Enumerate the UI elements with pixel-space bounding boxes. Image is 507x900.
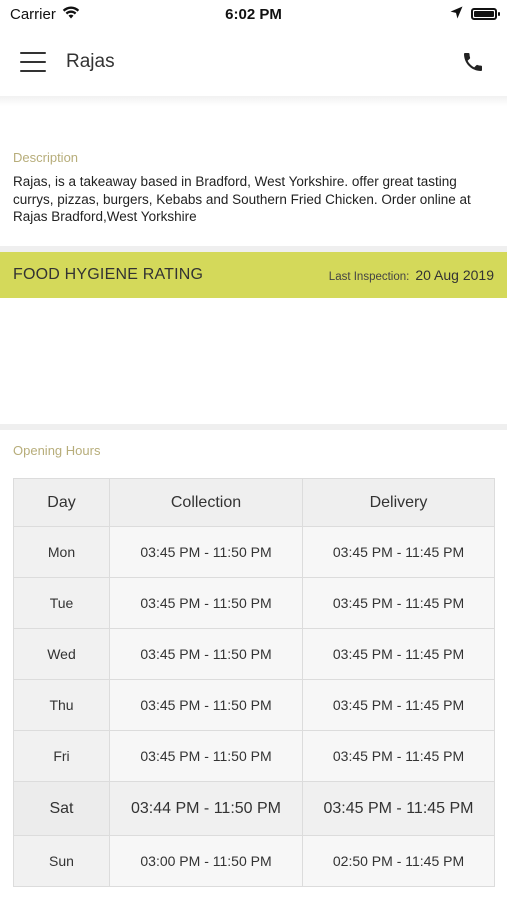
opening-hours-label: Opening Hours [13,443,101,458]
delivery-cell: 03:45 PM - 11:45 PM [302,628,495,680]
column-header-delivery: Delivery [302,478,495,527]
status-right [450,6,500,23]
description-section: Description Rajas, is a takeaway based i… [13,150,498,226]
collection-cell: 03:45 PM - 11:50 PM [109,628,303,680]
description-text: Rajas, is a takeaway based in Bradford, … [13,174,471,224]
table-row: Thu 03:45 PM - 11:50 PM 03:45 PM - 11:45… [13,679,495,731]
app-header: Rajas [0,28,507,96]
delivery-cell: 03:45 PM - 11:45 PM [302,730,495,782]
day-cell: Sat [13,781,110,836]
table-header-row: Day Collection Delivery [13,478,495,527]
header-shadow [0,96,507,106]
last-inspection: Last Inspection: 20 Aug 2019 [329,267,494,283]
table-row: Tue 03:45 PM - 11:50 PM 03:45 PM - 11:45… [13,577,495,629]
day-cell: Wed [13,628,110,680]
phone-icon[interactable] [459,48,487,76]
day-cell: Tue [13,577,110,629]
battery-icon [471,8,500,20]
location-arrow-icon [450,6,463,23]
table-row: Mon 03:45 PM - 11:50 PM 03:45 PM - 11:45… [13,526,495,578]
table-row: Wed 03:45 PM - 11:50 PM 03:45 PM - 11:45… [13,628,495,680]
day-cell: Thu [13,679,110,731]
table-row: Sun 03:00 PM - 11:50 PM 02:50 PM - 11:45… [13,835,495,887]
day-cell: Fri [13,730,110,782]
hamburger-menu-icon[interactable] [20,52,46,72]
page-title: Rajas [66,51,115,72]
column-header-day: Day [13,478,110,527]
wifi-icon [62,6,80,23]
collection-cell: 03:44 PM - 11:50 PM [109,781,303,836]
opening-hours-table: Day Collection Delivery Mon 03:45 PM - 1… [13,478,495,887]
hygiene-title: FOOD HYGIENE RATING [13,266,204,283]
collection-cell: 03:45 PM - 11:50 PM [109,730,303,782]
collection-cell: 03:00 PM - 11:50 PM [109,835,303,887]
last-inspection-date: 20 Aug 2019 [415,267,494,283]
hygiene-rating-area [0,298,507,424]
delivery-cell: 03:45 PM - 11:45 PM [302,679,495,731]
status-bar: Carrier 6:02 PM [0,0,507,28]
hygiene-rating-band: FOOD HYGIENE RATING Last Inspection: 20 … [0,252,507,298]
description-label: Description [13,150,79,165]
carrier-label: Carrier [10,5,56,23]
delivery-cell: 03:45 PM - 11:45 PM [302,577,495,629]
delivery-cell: 03:45 PM - 11:45 PM [302,526,495,578]
last-inspection-label: Last Inspection: [328,271,410,283]
table-row-current-day: Sat 03:44 PM - 11:50 PM 03:45 PM - 11:45… [13,781,495,836]
day-cell: Sun [13,835,110,887]
section-divider [0,424,507,430]
status-left: Carrier [10,6,80,23]
collection-cell: 03:45 PM - 11:50 PM [109,526,303,578]
table-row: Fri 03:45 PM - 11:50 PM 03:45 PM - 11:45… [13,730,495,782]
delivery-cell: 02:50 PM - 11:45 PM [302,835,495,887]
collection-cell: 03:45 PM - 11:50 PM [109,577,303,629]
column-header-collection: Collection [109,478,303,527]
delivery-cell: 03:45 PM - 11:45 PM [302,781,495,836]
day-cell: Mon [13,526,110,578]
collection-cell: 03:45 PM - 11:50 PM [109,679,303,731]
